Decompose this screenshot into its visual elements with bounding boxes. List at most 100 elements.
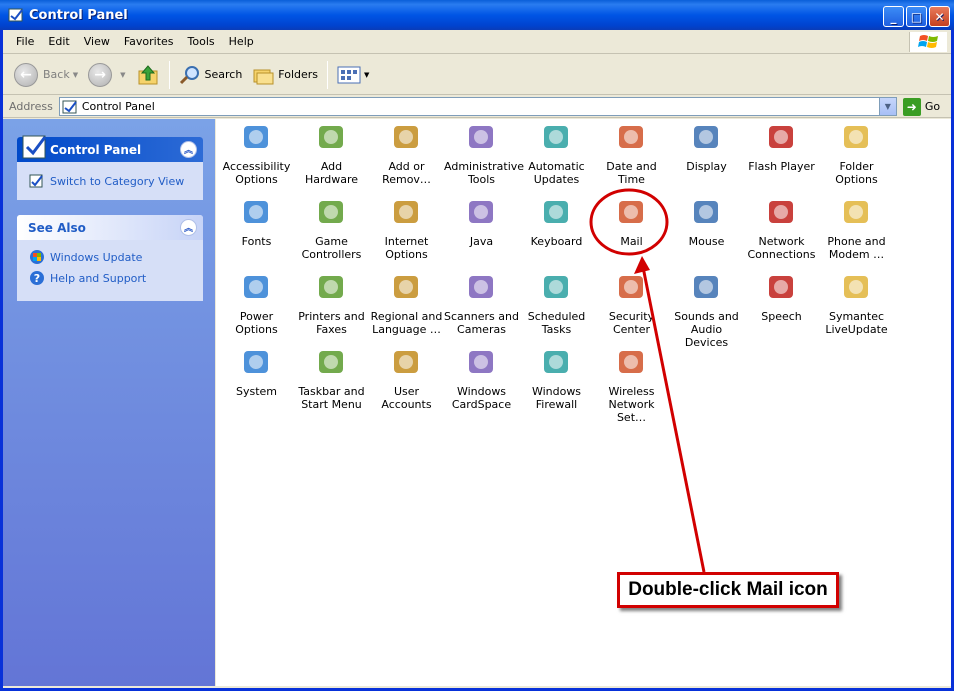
speech-icon: [765, 271, 799, 305]
item-label-line2: Options: [385, 248, 428, 261]
cp-item-mail[interactable]: Mail: [594, 196, 669, 248]
regional-language-icon: [390, 271, 424, 305]
item-label-line1: Scanners and: [444, 310, 519, 323]
item-label-line1: Windows: [531, 385, 582, 398]
cp-item-accessibility[interactable]: Accessibility Options: [219, 121, 294, 186]
item-label-line2: Center: [612, 323, 651, 336]
security-center-icon: [615, 271, 649, 305]
cp-item-symantec-liveupdate[interactable]: Symantec LiveUpdate: [819, 271, 894, 336]
back-arrow-icon: ←: [14, 62, 38, 87]
cp-item-windows-cardspace[interactable]: Windows CardSpace: [444, 346, 519, 411]
menu-file[interactable]: File: [9, 33, 41, 50]
up-folder-button[interactable]: [131, 60, 165, 90]
cp-item-date-time[interactable]: Date and Time: [594, 121, 669, 186]
wireless-network-icon: [615, 346, 649, 380]
switch-category-view-link[interactable]: Switch to Category View: [29, 173, 191, 189]
item-label-line2: CardSpace: [451, 398, 512, 411]
menu-favorites[interactable]: Favorites: [117, 33, 181, 50]
address-input[interactable]: Control Panel ▼: [58, 97, 897, 116]
windows-update-link[interactable]: Windows Update: [29, 249, 191, 265]
game-controllers-icon: [315, 196, 349, 230]
printers-faxes-icon: [315, 271, 349, 305]
search-icon: [179, 65, 199, 84]
menu-edit[interactable]: Edit: [41, 33, 76, 50]
item-label-line2: Remov…: [382, 173, 431, 186]
cp-item-fonts[interactable]: Fonts: [219, 196, 294, 248]
item-label-line1: Keyboard: [530, 235, 583, 248]
close-icon: ✕: [934, 9, 945, 24]
cp-item-add-remove-programs[interactable]: Add or Remov…: [369, 121, 444, 186]
cp-item-regional-language[interactable]: Regional and Language …: [369, 271, 444, 336]
views-button[interactable]: ▼: [332, 60, 374, 90]
forward-button[interactable]: → ▼: [83, 60, 130, 90]
cp-item-game-controllers[interactable]: Game Controllers: [294, 196, 369, 261]
item-label-line1: Accessibility: [222, 160, 291, 173]
cp-item-wireless-network[interactable]: Wireless Network Set…: [594, 346, 669, 424]
collapse-icon[interactable]: ︽: [180, 141, 197, 158]
cp-item-security-center[interactable]: Security Center: [594, 271, 669, 336]
java-icon: [465, 196, 499, 230]
help-support-link[interactable]: ? Help and Support: [29, 270, 191, 286]
item-label-line1: Folder Options: [835, 160, 878, 186]
up-folder-icon: [138, 64, 157, 84]
go-button[interactable]: ➜ Go: [902, 97, 941, 116]
cp-item-flash-player[interactable]: Flash Player: [744, 121, 819, 173]
cp-item-admin-tools[interactable]: Administrative Tools: [444, 121, 525, 186]
item-label-line2: LiveUpdate: [825, 323, 888, 336]
control-panel-icon: [22, 135, 47, 159]
item-label-line1: Windows: [456, 385, 507, 398]
control-panel-panel-header[interactable]: Control Panel ︽: [17, 135, 203, 162]
internet-options-icon: [390, 196, 424, 230]
folders-button[interactable]: Folders: [247, 60, 323, 90]
search-button[interactable]: Search: [174, 60, 248, 90]
cp-item-keyboard[interactable]: Keyboard: [519, 196, 594, 248]
cp-item-user-accounts[interactable]: User Accounts: [369, 346, 444, 411]
cp-item-scanners-cameras[interactable]: Scanners and Cameras: [444, 271, 519, 336]
close-button[interactable]: ✕: [929, 6, 950, 27]
maximize-button[interactable]: □: [906, 6, 927, 27]
see-also-panel-header[interactable]: See Also ︽: [17, 215, 203, 240]
item-label-line2: Start Menu: [301, 398, 362, 411]
cp-item-scheduled-tasks[interactable]: Scheduled Tasks: [519, 271, 594, 336]
address-dropdown-icon[interactable]: ▼: [878, 98, 896, 115]
cp-item-system[interactable]: System: [219, 346, 294, 398]
item-label-line1: Administrative: [444, 160, 525, 173]
cp-item-internet-options[interactable]: Internet Options: [369, 196, 444, 261]
cp-item-printers-faxes[interactable]: Printers and Faxes: [294, 271, 369, 336]
cp-item-taskbar-start-menu[interactable]: Taskbar and Start Menu: [294, 346, 369, 411]
item-label-line2: Firewall: [535, 398, 578, 411]
item-label-line1: Symantec: [828, 310, 885, 323]
cp-item-sounds-audio[interactable]: Sounds and Audio Devices: [669, 271, 744, 349]
scheduled-tasks-icon: [540, 271, 574, 305]
cp-item-java[interactable]: Java: [444, 196, 519, 248]
item-label-line1: Network: [758, 235, 805, 248]
views-icon: [337, 66, 361, 83]
minimize-button[interactable]: _: [883, 6, 904, 27]
forward-arrow-icon: →: [88, 62, 113, 87]
menu-view[interactable]: View: [77, 33, 117, 50]
menu-tools[interactable]: Tools: [181, 33, 222, 50]
cp-item-display[interactable]: Display: [669, 121, 744, 173]
cp-item-speech[interactable]: Speech: [744, 271, 819, 323]
cp-item-folder-options[interactable]: Folder Options: [819, 121, 894, 186]
cp-item-power-options[interactable]: Power Options: [219, 271, 294, 336]
item-label-line1: Game: [315, 235, 348, 248]
search-label: Search: [204, 68, 243, 81]
cp-item-phone-modem[interactable]: Phone and Modem …: [819, 196, 894, 261]
cp-item-windows-firewall[interactable]: Windows Firewall: [519, 346, 594, 411]
collapse-icon[interactable]: ︽: [180, 219, 197, 236]
title-bar[interactable]: Control Panel _ □ ✕: [0, 0, 954, 30]
folder-options-icon: [840, 121, 874, 155]
cp-item-add-hardware[interactable]: Add Hardware: [294, 121, 369, 186]
cp-item-automatic-updates[interactable]: Automatic Updates: [519, 121, 594, 186]
item-label-line1: Security: [608, 310, 655, 323]
add-hardware-icon: [315, 121, 349, 155]
cp-item-mouse[interactable]: Mouse: [669, 196, 744, 248]
cp-item-network-connections[interactable]: Network Connections: [744, 196, 819, 261]
fonts-icon: [240, 196, 274, 230]
menu-help[interactable]: Help: [222, 33, 261, 50]
item-label-line2: Audio Devices: [684, 323, 729, 349]
item-label-line2: Tools: [467, 173, 496, 186]
back-button[interactable]: ← Back ▼: [9, 60, 83, 90]
go-label: Go: [924, 100, 941, 113]
